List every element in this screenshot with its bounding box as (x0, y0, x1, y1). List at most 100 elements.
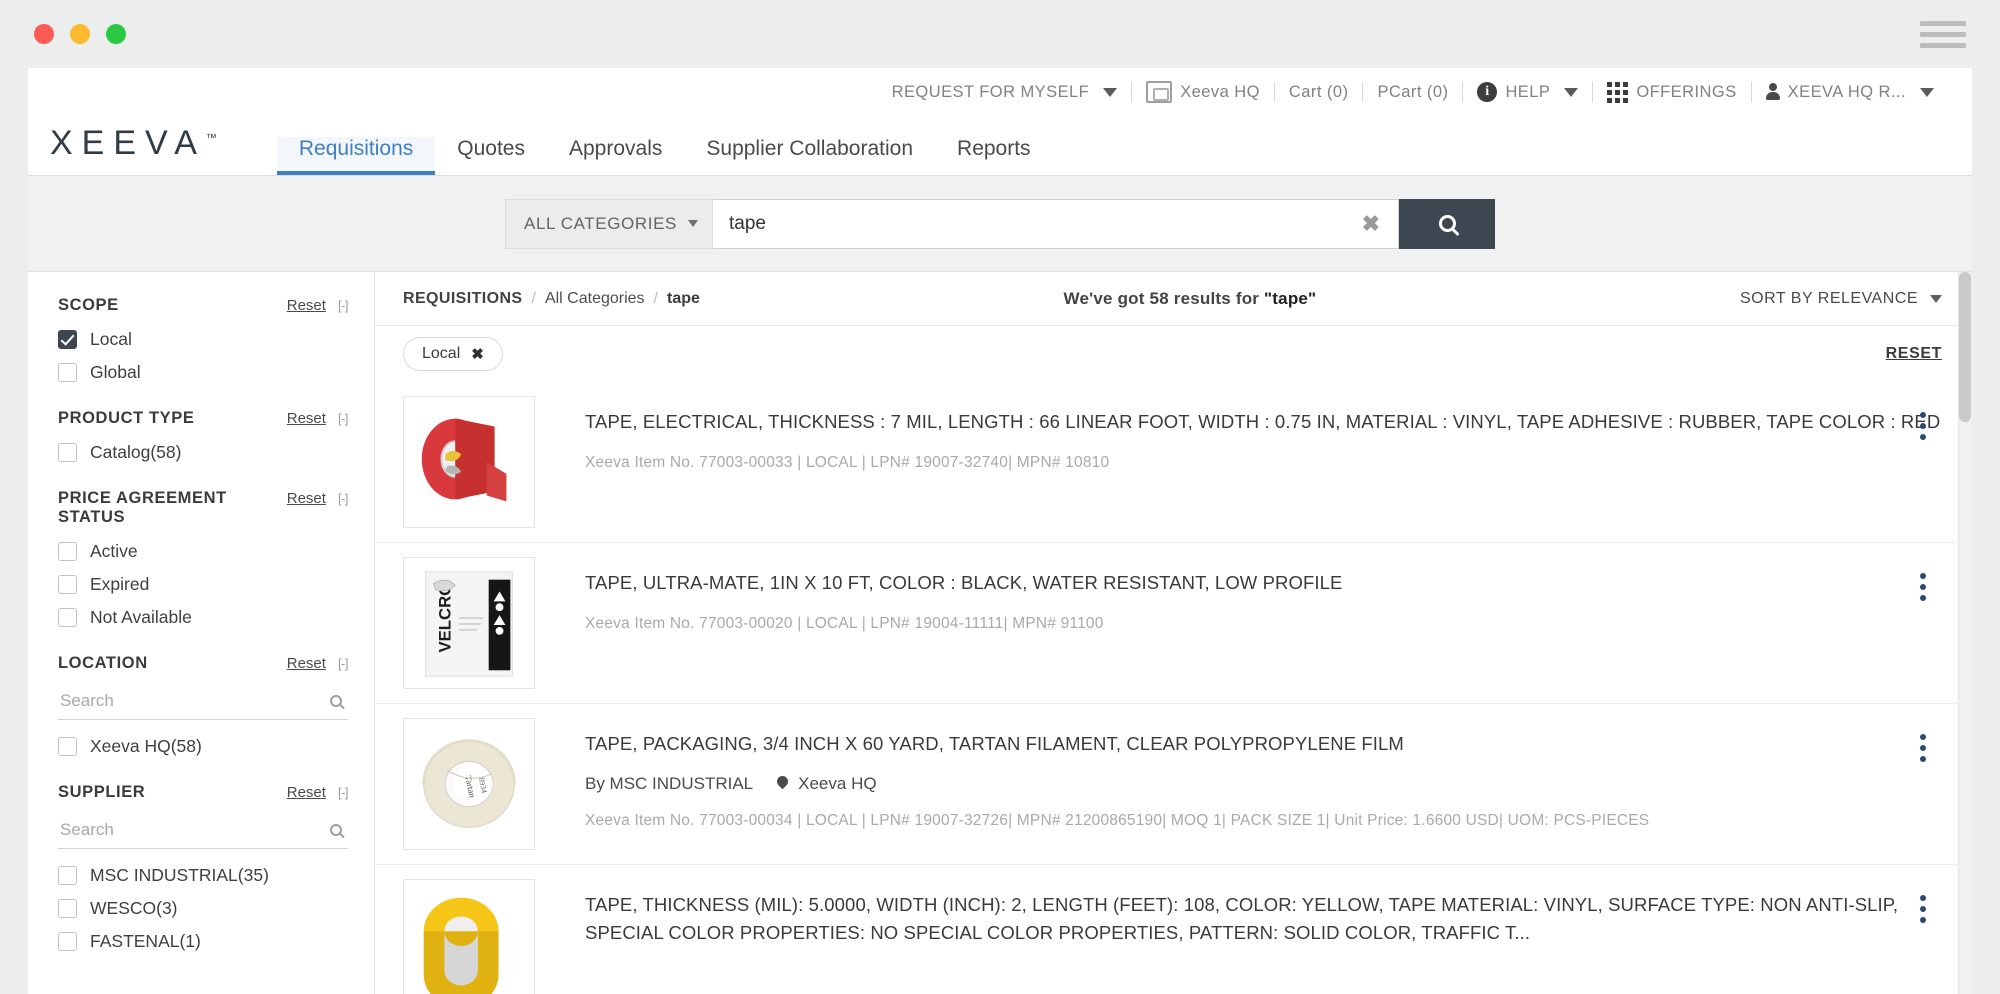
checkbox[interactable] (58, 363, 77, 382)
offerings-label: OFFERINGS (1636, 82, 1737, 101)
filter-reset-supplier[interactable]: Reset (287, 784, 326, 801)
product-thumbnail[interactable]: Tartan 8934 (403, 718, 535, 850)
filter-reset-scope[interactable]: Reset (287, 297, 326, 314)
product-title[interactable]: TAPE, PACKAGING, 3/4 INCH X 60 YARD, TAR… (585, 730, 1942, 758)
reset-all-filters-button[interactable]: RESET (1886, 345, 1942, 363)
tab-quotes[interactable]: Quotes (435, 137, 547, 175)
info-icon: i (1477, 82, 1498, 102)
checkbox[interactable] (58, 608, 77, 627)
cart-link[interactable]: Cart (0) (1275, 83, 1363, 102)
sort-dropdown[interactable]: SORT BY RELEVANCE (1740, 290, 1942, 308)
filter-reset-product-type[interactable]: Reset (287, 410, 326, 427)
brand-trademark: ™ (205, 132, 217, 145)
results-scrollbar-track[interactable] (1958, 272, 1972, 994)
pcart-link[interactable]: PCart (0) (1363, 83, 1462, 102)
product-meta: Xeeva Item No. 77003-00033 | LOCAL | LPN… (585, 453, 1110, 471)
filter-option-local[interactable]: Local (58, 329, 348, 350)
collapse-toggle-icon[interactable]: [-] (338, 656, 349, 671)
collapse-toggle-icon[interactable]: [-] (338, 298, 349, 313)
result-item[interactable]: TAPE, ELECTRICAL, THICKNESS : 7 MIL, LEN… (375, 382, 1972, 543)
user-menu[interactable]: XEEVA HQ R... (1752, 83, 1948, 102)
location-search-input[interactable] (60, 691, 330, 711)
checkbox[interactable] (58, 866, 77, 885)
brand-logo[interactable]: XEEVA™ (50, 124, 277, 175)
user-icon (1765, 83, 1780, 101)
result-item[interactable]: VELCRO TAPE, ULTRA-MATE, 1IN X 10 FT, CO… (375, 543, 1972, 704)
maximize-window-button[interactable] (106, 24, 126, 44)
filter-option-active[interactable]: Active (58, 541, 348, 562)
search-bar: ALL CATEGORIES ✖ (505, 198, 1495, 249)
supplier-search-wrapper (58, 816, 348, 849)
product-thumbnail[interactable]: VELCRO (403, 557, 535, 689)
window-title-bar (0, 0, 2000, 68)
product-thumbnail[interactable] (403, 396, 535, 528)
request-for-selector[interactable]: REQUEST FOR MYSELF (878, 83, 1132, 102)
filter-group-price-agreement-status: PRICE AGREEMENT STATUS Reset [-] Active … (58, 489, 349, 628)
active-filter-chip-local[interactable]: Local ✖ (403, 337, 503, 371)
remove-chip-icon[interactable]: ✖ (471, 345, 484, 363)
kebab-menu-icon[interactable] (1916, 569, 1930, 605)
checkbox[interactable] (58, 932, 77, 951)
filter-option-expired[interactable]: Expired (58, 574, 348, 595)
results-count-query: "tape" (1264, 288, 1317, 308)
tab-supplier-collaboration[interactable]: Supplier Collaboration (684, 137, 935, 175)
collapse-toggle-icon[interactable]: [-] (338, 491, 349, 506)
tab-label: Supplier Collaboration (706, 137, 914, 160)
product-title[interactable]: TAPE, ELECTRICAL, THICKNESS : 7 MIL, LEN… (585, 408, 1942, 436)
hamburger-menu-icon[interactable] (1920, 20, 1966, 48)
product-title[interactable]: TAPE, ULTRA-MATE, 1IN X 10 FT, COLOR : B… (585, 569, 1942, 597)
tab-reports[interactable]: Reports (935, 137, 1053, 175)
cart-label: Cart (0) (1288, 82, 1349, 101)
checkbox[interactable] (58, 542, 77, 561)
checkbox[interactable] (58, 443, 77, 462)
search-icon (330, 824, 342, 836)
help-menu[interactable]: i HELP (1463, 82, 1592, 102)
filter-reset-location[interactable]: Reset (287, 655, 326, 672)
filter-option-xeeva-hq[interactable]: Xeeva HQ(58) (58, 736, 348, 757)
result-item-body: TAPE, ELECTRICAL, THICKNESS : 7 MIL, LEN… (585, 396, 1942, 472)
filter-option-catalog[interactable]: Catalog(58) (58, 442, 348, 463)
offerings-menu[interactable]: OFFERINGS (1593, 81, 1750, 103)
filter-option-not-available[interactable]: Not Available (58, 607, 348, 628)
kebab-menu-icon[interactable] (1916, 730, 1930, 766)
product-title[interactable]: TAPE, THICKNESS (MIL): 5.0000, WIDTH (IN… (585, 891, 1942, 947)
category-dropdown[interactable]: ALL CATEGORIES (505, 198, 713, 249)
active-filters-row: Local ✖ RESET (375, 326, 1972, 382)
minimize-window-button[interactable] (70, 24, 90, 44)
filter-option-global[interactable]: Global (58, 362, 348, 383)
result-item[interactable]: Tartan 8934 TAPE, PACKAGING, 3/4 INCH X … (375, 704, 1972, 865)
filter-option-fastenal[interactable]: FASTENAL(1) (58, 931, 348, 952)
product-meta: Xeeva Item No. 77003-00034 | LOCAL | LPN… (585, 811, 1650, 829)
collapse-toggle-icon[interactable]: [-] (338, 785, 349, 800)
checkbox[interactable] (58, 330, 77, 349)
filter-option-wesco[interactable]: WESCO(3) (58, 898, 348, 919)
filter-header: SCOPE Reset [-] (58, 296, 349, 315)
filter-option-msc-industrial[interactable]: MSC INDUSTRIAL(35) (58, 865, 348, 886)
kebab-menu-icon[interactable] (1916, 408, 1930, 444)
red-electrical-tape-roll-image (404, 397, 534, 527)
checkbox[interactable] (58, 737, 77, 756)
tab-label: Approvals (569, 137, 663, 160)
search-submit-button[interactable] (1399, 198, 1495, 249)
collapse-toggle-icon[interactable]: [-] (338, 411, 349, 426)
checkbox[interactable] (58, 575, 77, 594)
breadcrumb-category[interactable]: All Categories (545, 290, 645, 308)
org-selector[interactable]: Xeeva HQ (1132, 81, 1274, 103)
product-thumbnail[interactable] (403, 879, 535, 994)
tab-label: Quotes (457, 137, 525, 160)
results-scrollbar-thumb[interactable] (1959, 272, 1971, 422)
filter-group-product-type: PRODUCT TYPE Reset [-] Catalog(58) (58, 409, 349, 463)
search-input[interactable] (729, 212, 1358, 235)
clear-search-icon[interactable]: ✖ (1358, 212, 1384, 235)
result-item[interactable]: TAPE, THICKNESS (MIL): 5.0000, WIDTH (IN… (375, 865, 1972, 994)
close-window-button[interactable] (34, 24, 54, 44)
supplier-search-input[interactable] (60, 820, 330, 840)
filter-reset-price-agreement[interactable]: Reset (287, 490, 326, 507)
kebab-menu-icon[interactable] (1916, 891, 1930, 927)
tab-approvals[interactable]: Approvals (547, 137, 684, 175)
tab-requisitions[interactable]: Requisitions (276, 137, 436, 175)
chip-label: Local (422, 345, 461, 362)
checkbox[interactable] (58, 899, 77, 918)
breadcrumb-root[interactable]: REQUISITIONS (403, 290, 522, 308)
result-list: TAPE, ELECTRICAL, THICKNESS : 7 MIL, LEN… (375, 382, 1972, 994)
